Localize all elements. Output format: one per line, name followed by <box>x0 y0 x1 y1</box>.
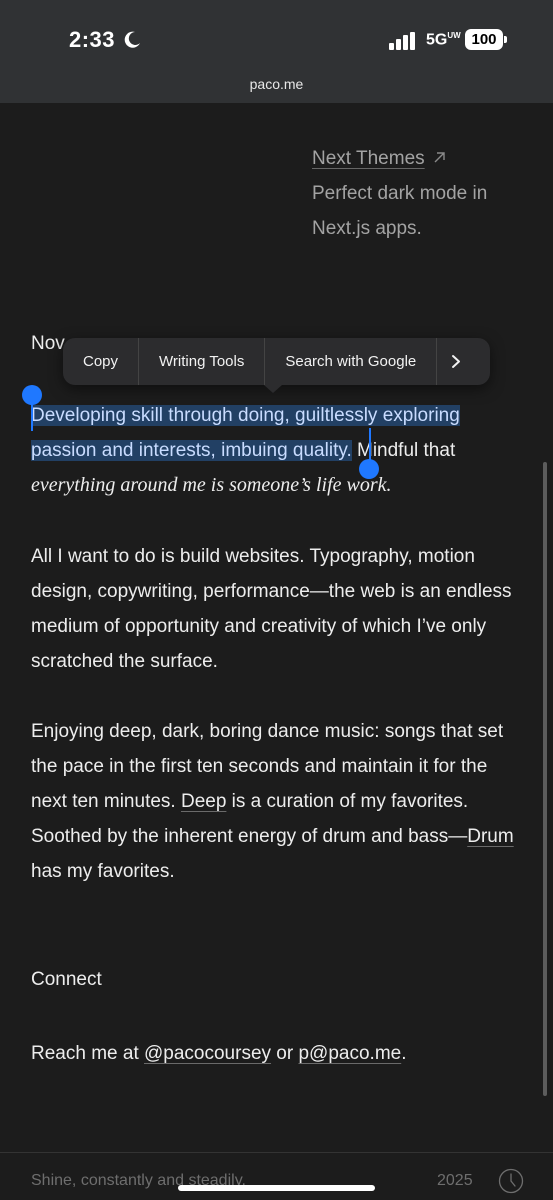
moon-icon <box>122 30 142 55</box>
address-bar-url[interactable]: paco.me <box>0 76 553 92</box>
network-type: 5GUW <box>426 31 461 49</box>
now-heading: Nov <box>31 333 65 354</box>
chevron-right-icon[interactable] <box>437 338 475 385</box>
project-desc-line1: Perfect dark mode in <box>312 183 488 204</box>
selection-start-caret <box>31 403 33 431</box>
connect-paragraph: Reach me at @pacocoursey or p@paco.me. <box>31 1036 526 1071</box>
footer-year: 2025 <box>437 1172 473 1189</box>
status-bar: 2:33 5GUW 100 <box>0 24 553 58</box>
browser-topbar: 2:33 5GUW 100 paco.me <box>0 0 553 103</box>
para1-italic: everything around me is someone’s life w… <box>31 474 392 496</box>
network-superscript: UW <box>447 31 461 40</box>
project-desc-line2: Next.js apps. <box>312 218 422 239</box>
para1-rest: Mindful that <box>351 440 456 461</box>
project-title-row: Next Themes <box>312 141 532 176</box>
connect-text2: or <box>271 1043 299 1064</box>
footer-divider <box>0 1152 553 1153</box>
drum-link[interactable]: Drum <box>467 826 513 847</box>
selection-context-menu: Copy Writing Tools Search with Google <box>63 338 490 385</box>
status-time: 2:33 <box>69 27 116 52</box>
selection-start-handle[interactable] <box>22 385 42 405</box>
now-paragraph-1: Developing skill through doing, guiltles… <box>31 398 526 503</box>
scrollbar-thumb[interactable] <box>543 462 547 1096</box>
home-indicator[interactable] <box>178 1185 375 1191</box>
network-label: 5G <box>426 31 448 49</box>
now-paragraph-3: Enjoying deep, dark, boring dance music:… <box>31 714 526 889</box>
search-google-button[interactable]: Search with Google <box>265 338 436 385</box>
project-item: Next Themes Perfect dark mode in Next.js… <box>312 141 532 246</box>
para3-text3: has my favorites. <box>31 861 175 882</box>
copy-button[interactable]: Copy <box>63 338 138 385</box>
selected-text-line1[interactable]: Developing skill through doing, guiltles… <box>31 405 460 426</box>
deep-link[interactable]: Deep <box>181 791 226 812</box>
para1-line1: Developing skill through doing, guiltles… <box>31 398 526 433</box>
para1-line2: passion and interests, imbuing quality. … <box>31 433 526 468</box>
connect-text1: Reach me at <box>31 1043 144 1064</box>
cellular-signal-icon <box>389 32 419 55</box>
twitter-handle-link[interactable]: @pacocoursey <box>144 1043 271 1064</box>
selection-end-handle[interactable] <box>359 459 379 479</box>
connect-heading: Connect <box>31 969 102 990</box>
writing-tools-button[interactable]: Writing Tools <box>139 338 264 385</box>
selection-end-caret <box>369 428 371 463</box>
battery-nub <box>504 36 507 43</box>
email-link[interactable]: p@paco.me <box>298 1043 401 1064</box>
clock-icon[interactable] <box>498 1168 524 1194</box>
project-link[interactable]: Next Themes <box>312 148 425 169</box>
now-paragraph-2: All I want to do is build websites. Typo… <box>31 546 512 672</box>
arrow-up-right-icon <box>433 141 446 176</box>
battery-indicator: 100 <box>465 29 503 50</box>
menu-pointer <box>264 385 282 393</box>
connect-text3: . <box>401 1043 407 1064</box>
selected-text-line2[interactable]: passion and interests, imbuing quality. <box>31 440 352 461</box>
